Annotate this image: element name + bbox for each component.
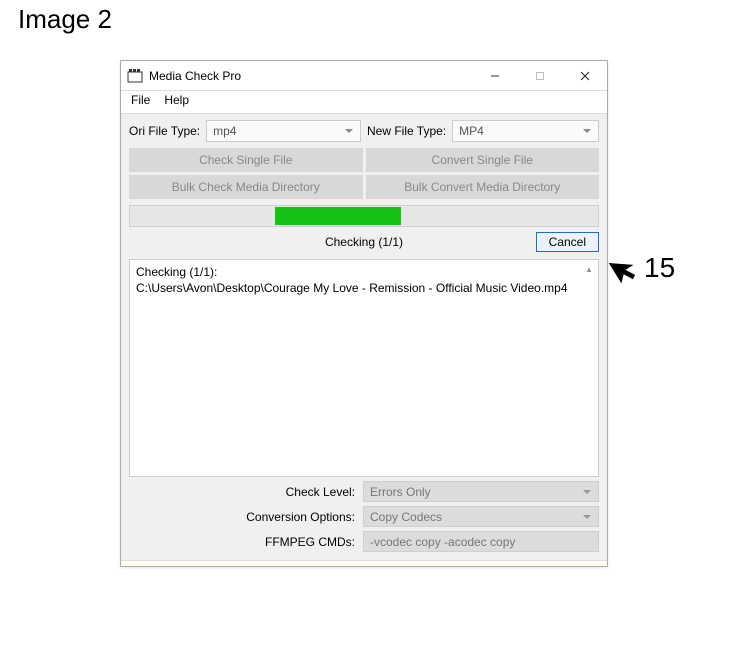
- convert-single-file-button[interactable]: Convert Single File: [366, 148, 600, 172]
- check-level-label: Check Level:: [129, 485, 357, 499]
- bulk-convert-directory-button[interactable]: Bulk Convert Media Directory: [366, 175, 600, 199]
- progress-bar: [129, 205, 599, 227]
- cursor-icon: [604, 246, 648, 290]
- content-area: Ori File Type: mp4 New File Type: MP4 Ch…: [121, 114, 607, 560]
- scroll-up-icon[interactable]: ▴: [582, 262, 596, 276]
- app-window: Media Check Pro File Help Ori File Type:…: [120, 60, 608, 567]
- new-file-type-select[interactable]: MP4: [452, 120, 599, 142]
- status-text: Checking (1/1): [325, 235, 403, 249]
- ori-file-type-select[interactable]: mp4: [206, 120, 361, 142]
- titlebar: Media Check Pro: [121, 61, 607, 91]
- minimize-button[interactable]: [472, 61, 517, 91]
- image-label: Image 2: [18, 4, 112, 35]
- window-controls: [472, 61, 607, 91]
- conversion-options-select[interactable]: Copy Codecs: [363, 506, 599, 527]
- ffmpeg-cmds-label: FFMPEG CMDs:: [129, 535, 357, 549]
- annotation-pointer: 15: [610, 252, 675, 284]
- progress-fill: [275, 207, 401, 225]
- window-title: Media Check Pro: [149, 69, 472, 83]
- maximize-button[interactable]: [517, 61, 562, 91]
- log-output[interactable]: Checking (1/1): C:\Users\Avon\Desktop\Co…: [129, 259, 599, 477]
- log-text: Checking (1/1): C:\Users\Avon\Desktop\Co…: [136, 265, 568, 295]
- check-level-select[interactable]: Errors Only: [363, 481, 599, 502]
- cancel-button[interactable]: Cancel: [536, 232, 599, 252]
- check-single-file-button[interactable]: Check Single File: [129, 148, 363, 172]
- status-strip: [121, 560, 607, 566]
- menu-file[interactable]: File: [131, 93, 150, 107]
- annotation-number: 15: [644, 252, 675, 284]
- new-file-type-label: New File Type:: [367, 124, 446, 138]
- menubar: File Help: [121, 91, 607, 114]
- ori-file-type-label: Ori File Type:: [129, 124, 200, 138]
- conversion-options-label: Conversion Options:: [129, 510, 357, 524]
- ffmpeg-cmds-input[interactable]: -vcodec copy -acodec copy: [363, 531, 599, 552]
- close-button[interactable]: [562, 61, 607, 91]
- app-icon: [127, 68, 143, 84]
- menu-help[interactable]: Help: [164, 93, 189, 107]
- bulk-check-directory-button[interactable]: Bulk Check Media Directory: [129, 175, 363, 199]
